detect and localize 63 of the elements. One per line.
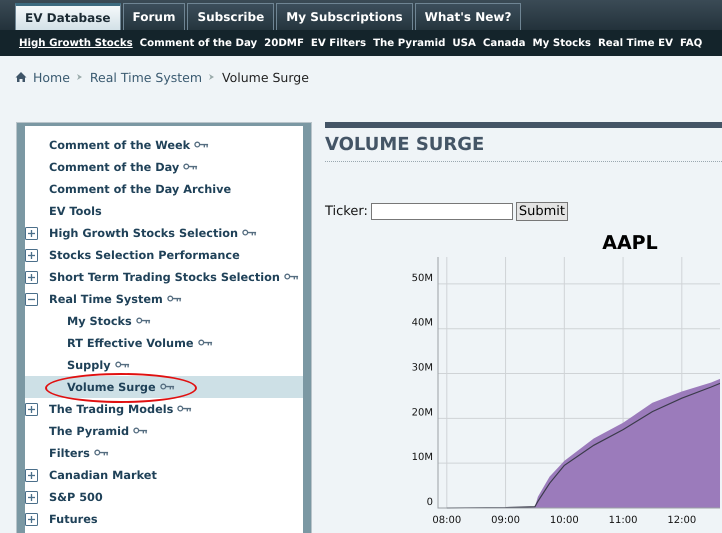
nav-link[interactable]: USA [452, 38, 476, 48]
nav-link[interactable]: The Pyramid [373, 38, 446, 48]
nav-link[interactable]: EV Filters [310, 38, 366, 48]
y-axis-label: 40M [412, 318, 433, 329]
y-axis-label: 10M [412, 452, 433, 464]
nav-tab[interactable]: EV Database [15, 3, 121, 30]
x-axis-label: 09:00 [491, 515, 520, 526]
expand-icon[interactable] [25, 468, 38, 482]
y-axis-label: 50M [412, 272, 433, 284]
nav-tab[interactable]: Forum [122, 3, 186, 30]
sidebar-item[interactable]: Real Time System [49, 292, 163, 306]
x-axis-label: 08:00 [432, 515, 462, 526]
breadcrumb-link[interactable]: Real Time System [90, 70, 202, 84]
sidebar-item[interactable]: Comment of the Day [49, 160, 180, 174]
nav-link[interactable]: Comment of the Day [140, 38, 258, 48]
y-axis-label: 20M [412, 407, 433, 418]
expand-icon[interactable] [25, 248, 38, 262]
nav-link[interactable]: High Growth Stocks [19, 38, 133, 48]
arrow-icon [208, 72, 216, 82]
ticker-field[interactable] [370, 203, 513, 220]
nav-link[interactable]: My Stocks [532, 38, 591, 48]
y-axis-label: 30M [412, 362, 433, 374]
breadcrumb-link[interactable]: Home [33, 70, 70, 84]
submit-button[interactable]: Submit [516, 202, 568, 221]
sidebar-item[interactable]: High Growth Stocks Selection [49, 226, 238, 240]
sidebar-item[interactable]: The Pyramid [49, 424, 130, 438]
sidebar-item[interactable]: The Trading Models [49, 402, 174, 416]
nav-tab[interactable]: What's New? [414, 3, 522, 30]
sidebar-item[interactable]: EV Tools [49, 204, 102, 218]
collapse-icon[interactable] [25, 292, 38, 306]
sidebar-item[interactable]: Filters [49, 446, 90, 460]
x-axis-label: 10:00 [550, 515, 579, 526]
sidebar-item[interactable]: Supply [67, 358, 111, 372]
home-icon [15, 71, 27, 83]
sidebar-item[interactable]: Futures [49, 512, 98, 526]
sidebar-item[interactable]: My Stocks [67, 314, 132, 328]
y-axis-label: 0 [426, 497, 433, 508]
breadcrumb-current: Volume Surge [222, 70, 309, 84]
nav-tab[interactable]: My Subscriptions [276, 3, 413, 30]
x-axis-label: 11:00 [608, 515, 638, 526]
page-heading: VOLUME SURGE [325, 134, 722, 162]
arrow-icon [76, 72, 84, 82]
expand-icon[interactable] [25, 490, 38, 504]
ticker-label: Ticker: [325, 204, 368, 219]
sidebar-item[interactable]: RT Effective Volume [67, 336, 194, 350]
sidebar-item[interactable]: Comment of the Day Archive [49, 182, 232, 196]
chart-title: AAPL [602, 232, 658, 254]
nav-link[interactable]: Real Time EV [598, 38, 673, 48]
expand-icon[interactable] [25, 226, 38, 240]
sidebar-item[interactable]: Stocks Selection Performance [49, 248, 240, 262]
expand-icon[interactable] [25, 512, 38, 526]
sidebar-item[interactable]: S&P 500 [49, 490, 103, 504]
nav-link[interactable]: Canada [482, 38, 526, 48]
nav-link[interactable]: 20DMF [264, 38, 304, 48]
sidebar-item[interactable]: Comment of the Week [49, 138, 190, 152]
expand-icon[interactable] [25, 402, 38, 416]
x-axis-label: 12:00 [667, 515, 696, 526]
sidebar-item[interactable]: Canadian Market [49, 468, 157, 482]
nav-link[interactable]: FAQ [680, 38, 702, 48]
nav-tab[interactable]: Subscribe [187, 3, 274, 30]
expand-icon[interactable] [25, 270, 38, 284]
sidebar-item[interactable]: Short Term Trading Stocks Selection [49, 270, 280, 284]
sidebar-item[interactable]: Volume Surge [67, 380, 156, 394]
